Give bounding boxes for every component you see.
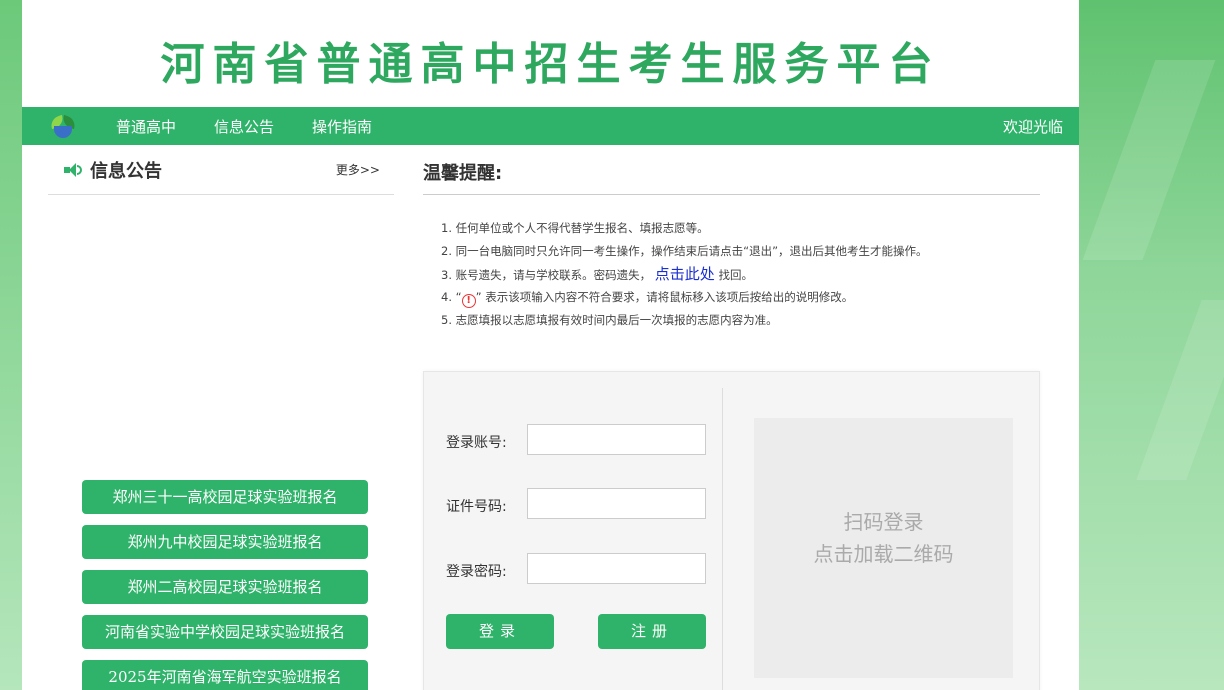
tips-panel: 温馨提醒: 1. 任何单位或个人不得代替学生报名、填报志愿等。 2. 同一台电脑… (423, 145, 1040, 690)
page-container: 河南省普通高中招生考生服务平台 普通高中 信息公告 操作指南 欢迎光临 信息公告… (22, 0, 1079, 690)
account-input[interactable] (527, 424, 706, 455)
nav-item-guide[interactable]: 操作指南 (312, 116, 372, 137)
qr-login-title: 扫码登录 (843, 510, 924, 534)
qr-login-area[interactable]: 扫码登录 点击加载二维码 (754, 418, 1013, 678)
leaf-decoration (1136, 300, 1224, 480)
nav-welcome-text: 欢迎光临 (1002, 117, 1063, 136)
background-left (0, 0, 22, 690)
football-class-link-31[interactable]: 郑州三十一高校园足球实验班报名 (82, 480, 368, 514)
id-number-label: 证件号码: (446, 499, 507, 515)
logo-icon (48, 113, 78, 139)
tip-item: 3. 账号遗失，请与学校联系。密码遗失， 点击此处 找回。 (441, 263, 1040, 286)
announcement-header: 信息公告 更多>> (48, 145, 394, 195)
tips-list: 1. 任何单位或个人不得代替学生报名、填报志愿等。 2. 同一台电脑同时只允许同… (423, 217, 1040, 332)
announcement-title: 信息公告 (90, 160, 162, 182)
tip-item: 5. 志愿填报以志愿填报有效时间内最后一次填报的志愿内容为准。 (441, 313, 778, 327)
speaker-icon (64, 162, 82, 178)
warning-icon: ! (461, 294, 476, 308)
id-number-input[interactable] (527, 488, 706, 519)
background-right (1079, 0, 1224, 690)
recover-password-link[interactable]: 点击此处 (655, 265, 715, 283)
account-label: 登录账号: (446, 435, 507, 451)
tip-text: 4. “ (441, 290, 462, 304)
tip-item: 1. 任何单位或个人不得代替学生报名、填报志愿等。 (441, 221, 709, 235)
site-title: 河南省普通高中招生考生服务平台 (160, 39, 941, 90)
login-button[interactable]: 登录 (446, 614, 554, 649)
tip-text: ” 表示该项输入内容不符合要求，请将鼠标移入该项后按给出的说明修改。 (475, 290, 854, 304)
tips-title: 温馨提醒: (423, 145, 1040, 195)
tip-item: 2. 同一台电脑同时只允许同一考生操作，操作结束后请点击“退出”，退出后其他考生… (441, 244, 928, 258)
announcement-panel: 信息公告 更多>> 郑州三十一高校园足球实验班报名 郑州九中校园足球实验班报名 … (48, 145, 394, 690)
football-class-link-9[interactable]: 郑州九中校园足球实验班报名 (82, 525, 368, 559)
top-navbar: 普通高中 信息公告 操作指南 欢迎光临 (22, 107, 1079, 145)
password-input[interactable] (527, 553, 706, 584)
nav-item-high-school[interactable]: 普通高中 (116, 116, 176, 137)
navy-aviation-class-link[interactable]: 2025年河南省海军航空实验班报名 (82, 660, 368, 690)
leaf-decoration (1082, 60, 1216, 260)
tip-text: 3. 账号遗失，请与学校联系。密码遗失， (441, 268, 652, 282)
nav-item-announcements[interactable]: 信息公告 (214, 116, 274, 137)
register-button[interactable]: 注册 (598, 614, 706, 649)
tip-text: 找回。 (718, 268, 753, 282)
password-label: 登录密码: (446, 564, 507, 580)
football-class-link-experimental[interactable]: 河南省实验中学校园足球实验班报名 (82, 615, 368, 649)
qr-load-hint: 点击加载二维码 (813, 542, 954, 566)
tip-item: 4. “!” 表示该项输入内容不符合要求，请将鼠标移入该项后按给出的说明修改。 (441, 286, 1040, 309)
football-class-link-2[interactable]: 郑州二高校园足球实验班报名 (82, 570, 368, 604)
more-link[interactable]: 更多>> (336, 161, 380, 178)
form-divider (722, 388, 723, 690)
login-form: 登录账号: 证件号码: 登录密码: 登录 注册 扫码登录 点击加载二维码 (423, 371, 1040, 690)
